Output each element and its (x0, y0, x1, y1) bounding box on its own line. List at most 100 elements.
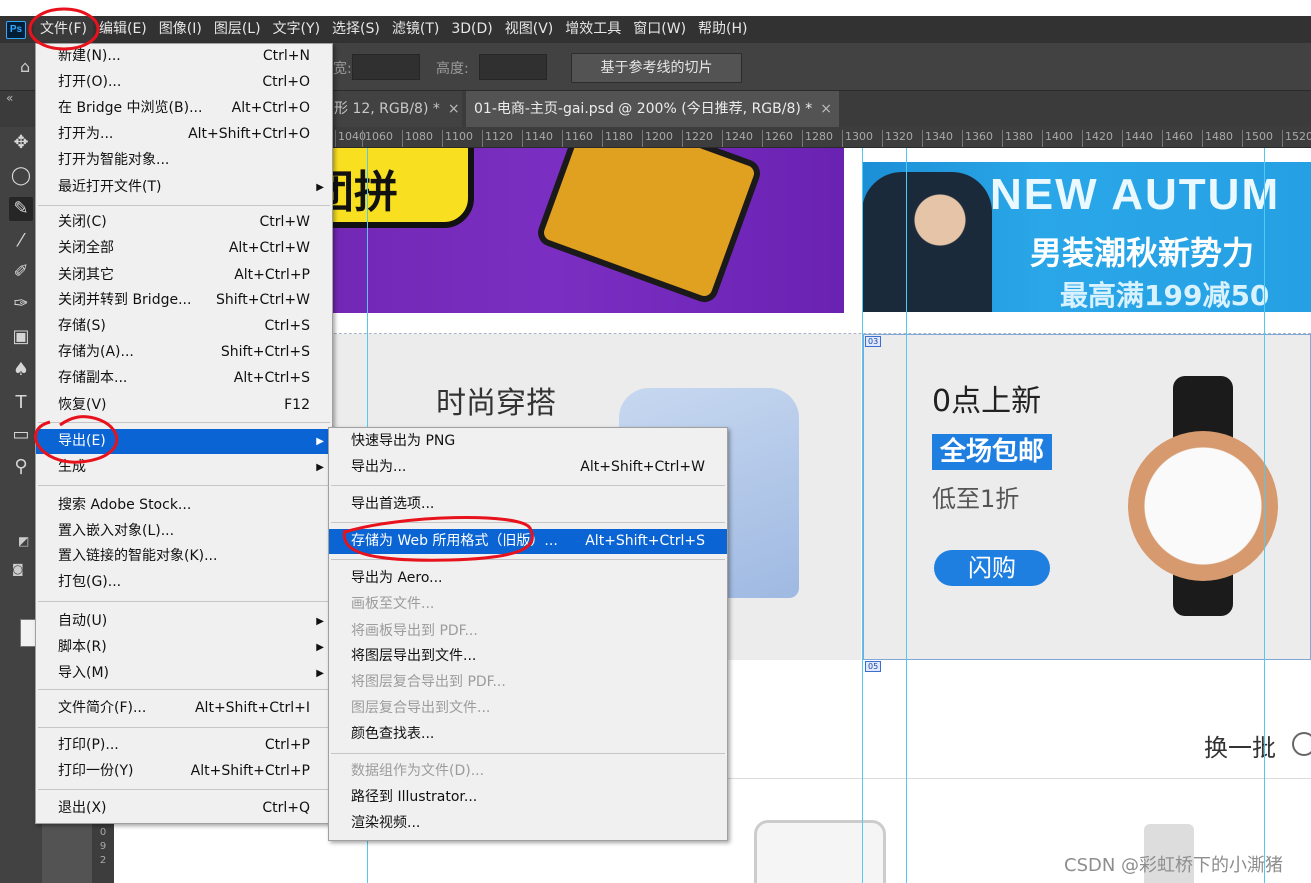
slices-from-guides-button[interactable]: 基于参考线的切片 (571, 53, 742, 83)
menu-item-label: 置入链接的智能对象(K)... (58, 548, 218, 564)
menu-item-layer-comps-to-files[interactable]: 图层复合导出到文件... (329, 696, 727, 721)
menu-item-generate[interactable]: 生成 ▶ (36, 455, 332, 480)
pen-tool-icon[interactable]: ♠ (9, 358, 33, 382)
menu-3d[interactable]: 3D(D) (445, 16, 498, 43)
menu-item-label: 导入(M) (58, 665, 110, 681)
height-label: 高度: (436, 61, 469, 77)
menu-item-quick-export-png[interactable]: 快速导出为 PNG (329, 429, 727, 454)
menu-separator (331, 559, 725, 560)
height-input[interactable] (479, 54, 547, 80)
menu-separator (38, 789, 330, 790)
menu-item-export-aero[interactable]: 导出为 Aero... (329, 566, 727, 591)
menu-item-label: 脚本(R) (58, 639, 107, 655)
menu-type[interactable]: 文字(Y) (267, 16, 326, 43)
file-menu: 新建(N)... Ctrl+N 打开(O)... Ctrl+O 在 Bridge 中… (35, 43, 333, 824)
menu-item-search-stock[interactable]: 搜索 Adobe Stock... (36, 493, 332, 518)
gradient-tool-icon[interactable]: ▣ (9, 325, 33, 349)
default-colors-icon[interactable]: ◩ (18, 534, 32, 548)
menu-item-label: 打印(P)... (58, 737, 119, 753)
slice-tool-icon[interactable]: ✎ (9, 197, 33, 221)
menu-item-label: 颜色查找表... (351, 726, 435, 742)
menu-item-export-preferences[interactable]: 导出首选项... (329, 492, 727, 517)
menu-view[interactable]: 视图(V) (499, 16, 560, 43)
menu-item-open[interactable]: 打开(O)... Ctrl+O (36, 70, 332, 95)
menu-item-label: 打包(G)... (58, 574, 122, 590)
menu-item-save-as[interactable]: 存储为(A)... Shift+Ctrl+S (36, 340, 332, 365)
menu-item-paths-to-illustrator[interactable]: 路径到 Illustrator... (329, 785, 727, 810)
menu-item-close-others[interactable]: 关闭其它 Alt+Ctrl+P (36, 263, 332, 288)
menu-edit[interactable]: 编辑(E) (93, 16, 153, 43)
eyedropper-tool-icon[interactable]: ⁄ (9, 229, 33, 253)
menu-item-browse-bridge[interactable]: 在 Bridge 中浏览(B)... Alt+Ctrl+O (36, 96, 332, 121)
banner-subtitle: 男装潮秋新势力 (1030, 234, 1255, 272)
menu-item-save-for-web[interactable]: 存储为 Web 所用格式（旧版）... Alt+Shift+Ctrl+S (329, 529, 727, 554)
menu-item-data-sets-as-files[interactable]: 数据组作为文件(D)... (329, 759, 727, 784)
menu-item-label: 文件简介(F)... (58, 700, 147, 716)
menu-item-render-video[interactable]: 渲染视频... (329, 811, 727, 836)
menu-item-label: 打开为智能对象... (58, 152, 170, 168)
width-input[interactable] (352, 54, 420, 80)
top-strip (0, 0, 1311, 16)
menu-item-export-as[interactable]: 导出为... Alt+Shift+Ctrl+W (329, 455, 727, 480)
menu-item-exit[interactable]: 退出(X) Ctrl+Q (36, 796, 332, 821)
menu-item-print-one[interactable]: 打印一份(Y) Alt+Shift+Ctrl+P (36, 759, 332, 784)
ruler-tick: 1200 (642, 130, 673, 147)
menu-item-file-info[interactable]: 文件简介(F)... Alt+Shift+Ctrl+I (36, 696, 332, 721)
menu-item-open-as[interactable]: 打开为... Alt+Shift+Ctrl+O (36, 122, 332, 147)
menu-filter[interactable]: 滤镜(T) (386, 16, 445, 43)
menu-item-save[interactable]: 存储(S) Ctrl+S (36, 314, 332, 339)
menu-item-package[interactable]: 打包(G)... (36, 570, 332, 595)
move-tool-icon[interactable]: ✥ (9, 131, 33, 155)
menu-image[interactable]: 图像(I) (153, 16, 208, 43)
menu-file[interactable]: 文件(F) (34, 16, 93, 43)
submenu-arrow-icon: ▶ (316, 436, 324, 447)
menu-window[interactable]: 窗口(W) (627, 16, 692, 43)
rectangle-tool-icon[interactable]: ▭ (9, 423, 33, 447)
menu-item-shortcut: Alt+Ctrl+S (233, 370, 310, 386)
menu-select[interactable]: 选择(S) (326, 16, 386, 43)
collapse-panel-icon[interactable]: « (6, 91, 13, 105)
menu-item-shortcut: F12 (284, 397, 310, 413)
ruler-tick: 1140 (522, 130, 553, 147)
menu-item-automate[interactable]: 自动(U) ▶ (36, 609, 332, 634)
menu-item-place-embedded[interactable]: 置入嵌入对象(L)... (36, 519, 332, 544)
menu-item-new[interactable]: 新建(N)... Ctrl+N (36, 44, 332, 69)
menu-item-close-all[interactable]: 关闭全部 Alt+Ctrl+W (36, 236, 332, 261)
banner-discount: 最高满199减50 (1060, 279, 1270, 312)
menu-item-print[interactable]: 打印(P)... Ctrl+P (36, 733, 332, 758)
history-brush-tool-icon[interactable]: ✑ (9, 292, 33, 316)
tab-document-1[interactable]: 形 12, RGB/8) * × (326, 91, 462, 127)
menu-separator (38, 205, 330, 206)
menu-item-artboards-to-files[interactable]: 画板至文件... (329, 592, 727, 617)
menu-item-layer-comps-to-pdf[interactable]: 将图层复合导出到 PDF... (329, 670, 727, 695)
menu-help[interactable]: 帮助(H) (692, 16, 753, 43)
menu-item-export[interactable]: 导出(E) ▶ (36, 429, 332, 454)
menu-item-artboards-to-pdf[interactable]: 将画板导出到 PDF... (329, 619, 727, 644)
menu-item-close-go-bridge[interactable]: 关闭并转到 Bridge... Shift+Ctrl+W (36, 288, 332, 313)
menu-item-scripts[interactable]: 脚本(R) ▶ (36, 635, 332, 660)
menu-item-open-smart-object[interactable]: 打开为智能对象... (36, 148, 332, 173)
close-icon[interactable]: × (820, 101, 832, 117)
ruler-tick: 1340 (922, 130, 953, 147)
menu-item-place-linked[interactable]: 置入链接的智能对象(K)... (36, 544, 332, 569)
brush-tool-icon[interactable]: ✐ (9, 260, 33, 284)
menu-item-close[interactable]: 关闭(C) Ctrl+W (36, 210, 332, 235)
menu-plugins[interactable]: 增效工具 (559, 16, 627, 43)
menu-item-label: 画板至文件... (351, 596, 435, 612)
close-icon[interactable]: × (448, 101, 460, 117)
menu-item-layers-to-files[interactable]: 将图层导出到文件... (329, 644, 727, 669)
menu-item-color-lookup-tables[interactable]: 颜色查找表... (329, 722, 727, 747)
submenu-arrow-icon: ▶ (316, 182, 324, 193)
menu-item-shortcut: Shift+Ctrl+W (215, 292, 310, 308)
menu-item-label: 数据组作为文件(D)... (351, 763, 485, 779)
type-tool-icon[interactable]: T (9, 391, 33, 415)
menu-item-import[interactable]: 导入(M) ▶ (36, 661, 332, 686)
lasso-tool-icon[interactable]: ◯ (9, 164, 33, 188)
menu-item-save-copy[interactable]: 存储副本... Alt+Ctrl+S (36, 366, 332, 391)
menu-item-revert[interactable]: 恢复(V) F12 (36, 393, 332, 418)
zoom-tool-icon[interactable]: ⚲ (9, 455, 33, 479)
quick-mask-icon[interactable]: ◙ (12, 562, 26, 576)
tab-document-2[interactable]: 01-电商-主页-gai.psd @ 200% (今日推荐, RGB/8) * × (466, 91, 839, 127)
menu-layer[interactable]: 图层(L) (208, 16, 267, 43)
menu-item-open-recent[interactable]: 最近打开文件(T) ▶ (36, 175, 332, 200)
